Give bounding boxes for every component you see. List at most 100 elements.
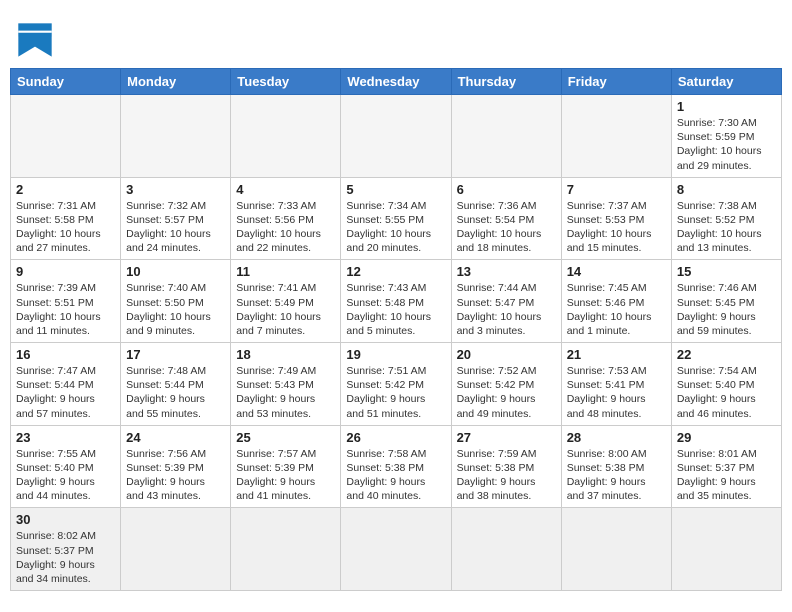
day-number: 17 (126, 347, 225, 362)
weekday-saturday: Saturday (671, 69, 781, 95)
day-info: Sunrise: 7:52 AMSunset: 5:42 PMDaylight:… (457, 364, 556, 421)
weekday-monday: Monday (121, 69, 231, 95)
day-info: Sunrise: 7:38 AMSunset: 5:52 PMDaylight:… (677, 199, 776, 256)
calendar-cell (11, 95, 121, 178)
day-info: Sunrise: 7:34 AMSunset: 5:55 PMDaylight:… (346, 199, 445, 256)
day-number: 27 (457, 430, 556, 445)
weekday-friday: Friday (561, 69, 671, 95)
calendar-cell: 16 Sunrise: 7:47 AMSunset: 5:44 PMDayligh… (11, 343, 121, 426)
calendar-cell: 20Sunrise: 7:52 AMSunset: 5:42 PMDayligh… (451, 343, 561, 426)
calendar-cell (341, 508, 451, 591)
general-blue-icon (10, 20, 60, 60)
day-number: 10 (126, 264, 225, 279)
day-number: 9 (16, 264, 115, 279)
day-info: Sunrise: 7:33 AMSunset: 5:56 PMDaylight:… (236, 199, 335, 256)
day-number: 1 (677, 99, 776, 114)
day-number: 5 (346, 182, 445, 197)
calendar-cell (341, 95, 451, 178)
calendar-cell: 28Sunrise: 8:00 AMSunset: 5:38 PMDayligh… (561, 425, 671, 508)
day-number: 25 (236, 430, 335, 445)
calendar-cell (561, 508, 671, 591)
calendar-cell: 12 Sunrise: 7:43 AMSunset: 5:48 PMDayligh… (341, 260, 451, 343)
day-number: 16 (16, 347, 115, 362)
weekday-thursday: Thursday (451, 69, 561, 95)
day-number: 11 (236, 264, 335, 279)
day-info: Sunrise: 7:59 AMSunset: 5:38 PMDaylight:… (457, 447, 556, 504)
calendar-header: SundayMondayTuesdayWednesdayThursdayFrid… (11, 69, 782, 95)
calendar-week-6: 30Sunrise: 8:02 AMSunset: 5:37 PMDayligh… (11, 508, 782, 591)
calendar-cell: 25 Sunrise: 7:57 AMSunset: 5:39 PMDayligh… (231, 425, 341, 508)
calendar-cell (451, 508, 561, 591)
day-info: Sunrise: 7:43 AMSunset: 5:48 PMDaylight:… (346, 281, 445, 338)
day-number: 21 (567, 347, 666, 362)
day-number: 14 (567, 264, 666, 279)
calendar-cell: 4 Sunrise: 7:33 AMSunset: 5:56 PMDaylight… (231, 177, 341, 260)
calendar-cell: 3Sunrise: 7:32 AMSunset: 5:57 PMDaylight… (121, 177, 231, 260)
calendar-cell: 8 Sunrise: 7:38 AMSunset: 5:52 PMDaylight… (671, 177, 781, 260)
calendar-cell (451, 95, 561, 178)
day-number: 28 (567, 430, 666, 445)
day-info: Sunrise: 7:44 AMSunset: 5:47 PMDaylight:… (457, 281, 556, 338)
calendar-cell: 10Sunrise: 7:40 AMSunset: 5:50 PMDayligh… (121, 260, 231, 343)
calendar-cell: 17 Sunrise: 7:48 AMSunset: 5:44 PMDayligh… (121, 343, 231, 426)
calendar-cell: 2Sunrise: 7:31 AMSunset: 5:58 PMDaylight… (11, 177, 121, 260)
calendar-cell: 26Sunrise: 7:58 AMSunset: 5:38 PMDayligh… (341, 425, 451, 508)
day-number: 13 (457, 264, 556, 279)
day-number: 19 (346, 347, 445, 362)
calendar-cell: 15Sunrise: 7:46 AMSunset: 5:45 PMDayligh… (671, 260, 781, 343)
calendar-week-3: 9 Sunrise: 7:39 AMSunset: 5:51 PMDaylight… (11, 260, 782, 343)
day-info: Sunrise: 7:55 AMSunset: 5:40 PMDaylight:… (16, 447, 115, 504)
day-info: Sunrise: 7:54 AMSunset: 5:40 PMDaylight:… (677, 364, 776, 421)
calendar-cell: 13 Sunrise: 7:44 AMSunset: 5:47 PMDayligh… (451, 260, 561, 343)
calendar-cell (231, 95, 341, 178)
day-number: 4 (236, 182, 335, 197)
day-info: Sunrise: 7:41 AMSunset: 5:49 PMDaylight:… (236, 281, 335, 338)
day-info: Sunrise: 7:58 AMSunset: 5:38 PMDaylight:… (346, 447, 445, 504)
day-info: Sunrise: 7:56 AMSunset: 5:39 PMDaylight:… (126, 447, 225, 504)
day-number: 15 (677, 264, 776, 279)
calendar-cell: 24Sunrise: 7:56 AMSunset: 5:39 PMDayligh… (121, 425, 231, 508)
calendar-body: 1Sunrise: 7:30 AMSunset: 5:59 PMDaylight… (11, 95, 782, 591)
calendar-cell (671, 508, 781, 591)
weekday-tuesday: Tuesday (231, 69, 341, 95)
day-info: Sunrise: 7:51 AMSunset: 5:42 PMDaylight:… (346, 364, 445, 421)
page: SundayMondayTuesdayWednesdayThursdayFrid… (0, 0, 792, 601)
calendar-cell: 22Sunrise: 7:54 AMSunset: 5:40 PMDayligh… (671, 343, 781, 426)
day-info: Sunrise: 7:57 AMSunset: 5:39 PMDaylight:… (236, 447, 335, 504)
calendar-week-4: 16 Sunrise: 7:47 AMSunset: 5:44 PMDayligh… (11, 343, 782, 426)
calendar-week-2: 2Sunrise: 7:31 AMSunset: 5:58 PMDaylight… (11, 177, 782, 260)
weekday-sunday: Sunday (11, 69, 121, 95)
calendar-cell: 14Sunrise: 7:45 AMSunset: 5:46 PMDayligh… (561, 260, 671, 343)
calendar-cell (121, 95, 231, 178)
day-number: 6 (457, 182, 556, 197)
calendar-cell: 11 Sunrise: 7:41 AMSunset: 5:49 PMDayligh… (231, 260, 341, 343)
day-info: Sunrise: 8:01 AMSunset: 5:37 PMDaylight:… (677, 447, 776, 504)
calendar-cell (231, 508, 341, 591)
logo (10, 20, 62, 60)
calendar-cell: 5 Sunrise: 7:34 AMSunset: 5:55 PMDaylight… (341, 177, 451, 260)
day-info: Sunrise: 8:02 AMSunset: 5:37 PMDaylight:… (16, 529, 115, 586)
calendar-cell (121, 508, 231, 591)
day-number: 2 (16, 182, 115, 197)
day-info: Sunrise: 7:48 AMSunset: 5:44 PMDaylight:… (126, 364, 225, 421)
calendar-cell: 6 Sunrise: 7:36 AMSunset: 5:54 PMDaylight… (451, 177, 561, 260)
day-info: Sunrise: 7:36 AMSunset: 5:54 PMDaylight:… (457, 199, 556, 256)
day-info: Sunrise: 7:39 AMSunset: 5:51 PMDaylight:… (16, 281, 115, 338)
weekday-wednesday: Wednesday (341, 69, 451, 95)
calendar-cell: 18 Sunrise: 7:49 AMSunset: 5:43 PMDayligh… (231, 343, 341, 426)
calendar: SundayMondayTuesdayWednesdayThursdayFrid… (10, 68, 782, 591)
day-info: Sunrise: 7:32 AMSunset: 5:57 PMDaylight:… (126, 199, 225, 256)
calendar-cell: 1Sunrise: 7:30 AMSunset: 5:59 PMDaylight… (671, 95, 781, 178)
day-info: Sunrise: 7:49 AMSunset: 5:43 PMDaylight:… (236, 364, 335, 421)
day-number: 7 (567, 182, 666, 197)
calendar-cell: 7Sunrise: 7:37 AMSunset: 5:53 PMDaylight… (561, 177, 671, 260)
day-number: 8 (677, 182, 776, 197)
day-number: 29 (677, 430, 776, 445)
day-info: Sunrise: 7:53 AMSunset: 5:41 PMDaylight:… (567, 364, 666, 421)
day-number: 18 (236, 347, 335, 362)
calendar-week-5: 23Sunrise: 7:55 AMSunset: 5:40 PMDayligh… (11, 425, 782, 508)
header (10, 10, 782, 60)
day-number: 12 (346, 264, 445, 279)
calendar-cell: 29 Sunrise: 8:01 AMSunset: 5:37 PMDayligh… (671, 425, 781, 508)
day-info: Sunrise: 7:47 AMSunset: 5:44 PMDaylight:… (16, 364, 115, 421)
